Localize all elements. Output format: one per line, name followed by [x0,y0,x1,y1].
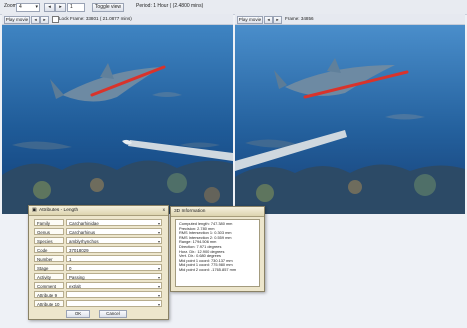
attribute-value-field[interactable]: ext/alt ▾ [66,282,162,289]
right-video-frame[interactable] [235,25,465,214]
step-back-icon: ◂ [34,17,37,22]
info-line: Mid point 2 coord: -1765.857 mm [179,266,237,272]
attribute-row: Attribute 10 ▾ [34,300,162,307]
3d-information-text-area: Computed length: 747.380 mm Precision: 2.… [175,219,260,287]
right-play-movie-button[interactable]: Play movie [237,16,263,24]
attribute-row: Species amblyrhynchos ▾ [34,237,162,244]
attribute-value-text: ext/alt [69,284,81,289]
step-back-icon: ◂ [48,4,51,10]
main-toolbar: Zoom 4 ▾ ◂ ▸ 1 Toggle view Period: 1 Hou… [0,0,467,15]
chevron-down-icon[interactable]: ▾ [158,283,160,290]
attribute-label: Code [34,246,64,253]
left-video-frame[interactable] [2,25,233,214]
attribute-row: Number 1 [34,255,162,262]
attribute-value-field[interactable]: Carcharhinus ▾ [66,228,162,235]
attribute-value-field[interactable]: 37018029 [66,246,162,253]
attribute-value-field[interactable]: 0 ▾ [66,264,162,271]
chevron-down-icon[interactable]: ▾ [158,229,160,236]
attribute-value-text: Passing [69,275,85,280]
attribute-label: Genus [34,228,64,235]
attribute-label: Attribute 9 [34,291,64,298]
right-underwater-scene [235,25,465,214]
attribute-value-field[interactable]: ▾ [66,291,162,298]
left-panel-controls: Play movie ◂ ▸ Lock Frame: 33801 ( 21.08… [2,14,233,25]
attribute-label: Activity [34,273,64,280]
attribute-value-text: Carcharhinus [69,230,96,235]
attributes-dialog: ▣ Attributes - Length x Family Carcharhin… [28,205,169,320]
attribute-label: Comment [34,282,64,289]
attribute-row: Stage 0 ▾ [34,264,162,271]
step-back-button[interactable]: ◂ [44,3,55,12]
step-forward-icon: ▸ [43,17,46,22]
right-frame-text: Frame: 34856 [285,16,314,21]
chevron-down-icon[interactable]: ▾ [158,292,160,299]
right-panel-controls: Play movie ◂ ▸ Frame: 34856 [235,14,465,25]
attribute-value-text: amblyrhynchos [69,239,99,244]
attribute-value-text: 0 [69,266,72,271]
step-forward-button[interactable]: ▸ [55,3,66,12]
attribute-value-field[interactable]: amblyrhynchos ▾ [66,237,162,244]
3d-information-dialog: 3D Information Computed length: 747.380 … [170,206,265,292]
attribute-label: Family [34,219,64,226]
chevron-down-icon[interactable]: ▾ [158,274,160,281]
chevron-down-icon[interactable]: ▾ [158,265,160,272]
attribute-value-field[interactable]: Passing ▾ [66,273,162,280]
left-underwater-scene [2,25,233,214]
attribute-value-text: Carcharhinidae [69,221,99,226]
attribute-label: Number [34,255,64,262]
step-forward-icon: ▸ [59,4,62,10]
period-text: Period: 1 Hour ( (2.4800 mins) [136,3,204,9]
right-video-panel: Play movie ◂ ▸ Frame: 34856 [235,14,465,214]
right-step-forward-button[interactable]: ▸ [273,16,282,24]
toggle-view-button[interactable]: Toggle view [92,3,124,12]
attribute-row: Activity Passing ▾ [34,273,162,280]
attribute-value-text: 37018029 [69,248,89,253]
app-icon: ▣ [32,208,37,213]
chevron-down-icon[interactable]: ▾ [158,220,160,227]
attributes-dialog-title: Attributes - Length [39,208,79,213]
zoom-label: Zoom [4,3,17,9]
step-forward-icon: ▸ [276,17,279,22]
left-play-movie-button[interactable]: Play movie [4,16,30,24]
frame-step-input[interactable]: 1 [67,3,85,12]
attribute-value-text: 1 [69,257,72,262]
left-video-panel: Play movie ◂ ▸ Lock Frame: 33801 ( 21.08… [2,14,233,214]
attribute-label: Attribute 10 [34,300,64,307]
close-icon[interactable]: x [163,206,165,215]
attribute-row: Family Carcharhinidae ▾ [34,219,162,226]
attribute-row: Genus Carcharhinus ▾ [34,228,162,235]
cancel-button[interactable]: Cancel [99,310,127,318]
chevron-down-icon[interactable]: ▾ [158,301,160,308]
attribute-value-field[interactable]: ▾ [66,300,162,307]
attribute-row: Code 37018029 [34,246,162,253]
attribute-row: Attribute 9 ▾ [34,291,162,298]
attribute-label: Species [34,237,64,244]
zoom-select[interactable]: 4 ▾ [16,3,40,12]
attributes-dialog-titlebar[interactable]: ▣ Attributes - Length x [29,206,168,216]
chevron-down-icon: ▾ [35,4,38,10]
step-back-icon: ◂ [267,17,270,22]
3d-information-title: 3D Information [174,209,206,214]
zoom-value: 4 [19,4,22,10]
left-step-forward-button[interactable]: ▸ [40,16,49,24]
attribute-value-field[interactable]: 1 [66,255,162,262]
right-step-back-button[interactable]: ◂ [264,16,273,24]
attribute-row: Comment ext/alt ▾ [34,282,162,289]
lock-checkbox[interactable] [52,16,59,23]
left-frame-text: Frame: 33801 ( 21.0877 mins) [70,16,132,21]
ok-button[interactable]: OK [66,310,90,318]
3d-information-titlebar[interactable]: 3D Information [171,207,264,217]
left-step-back-button[interactable]: ◂ [31,16,40,24]
attribute-label: Stage [34,264,64,271]
attribute-value-field[interactable]: Carcharhinidae ▾ [66,219,162,226]
chevron-down-icon[interactable]: ▾ [158,238,160,245]
lock-label: Lock [59,16,69,21]
